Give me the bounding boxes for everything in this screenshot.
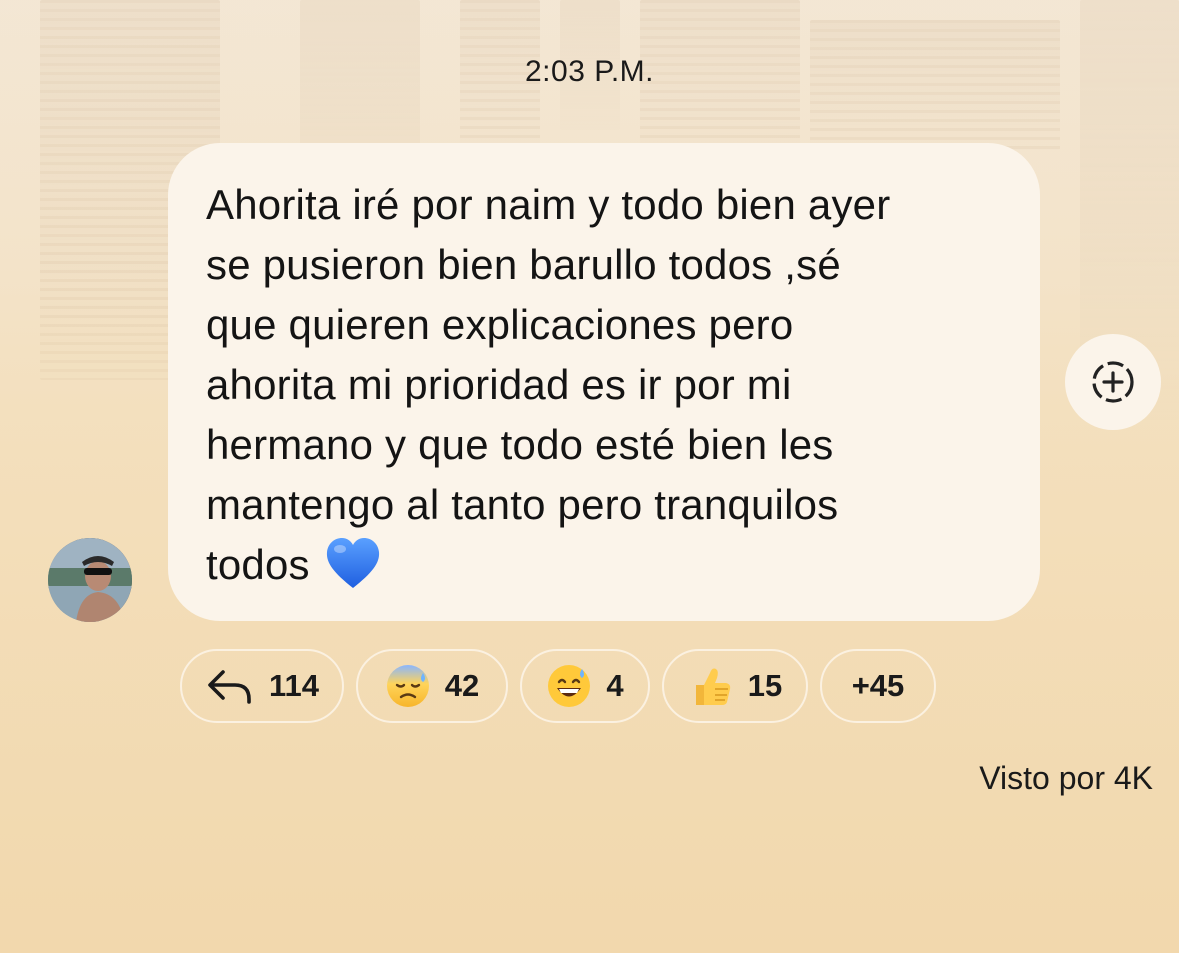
reply-arrow-icon xyxy=(205,666,255,706)
more-reactions-label: +45 xyxy=(851,668,905,703)
grinning-sweat-face-emoji xyxy=(546,663,592,709)
reaction-chip-grinning-sweat[interactable]: 4 xyxy=(520,649,650,723)
reaction-chip-sad-sweat[interactable]: 42 xyxy=(356,649,508,723)
message-text: Ahorita iré por naim y todo bien ayer se… xyxy=(206,181,891,588)
more-reactions-chip[interactable]: +45 xyxy=(820,649,936,723)
message-timestamp: 2:03 P.M. xyxy=(524,55,655,88)
add-reaction-button[interactable] xyxy=(1065,334,1161,430)
sender-avatar[interactable] xyxy=(48,538,132,622)
reaction-count: 4 xyxy=(606,668,624,703)
reaction-count: 15 xyxy=(747,668,783,703)
seen-by-label: Visto por 4K xyxy=(979,760,1153,796)
add-reaction-icon xyxy=(1092,361,1134,403)
reaction-count: 42 xyxy=(444,668,480,703)
message-bubble[interactable]: Ahorita iré por naim y todo bien ayer se… xyxy=(168,143,1040,621)
reply-count-chip[interactable]: 114 xyxy=(180,649,344,723)
reply-count: 114 xyxy=(268,668,319,703)
blue-heart-emoji xyxy=(324,535,382,593)
thumbs-up-emoji xyxy=(688,663,734,709)
sad-sweat-face-emoji xyxy=(385,663,431,709)
reaction-chip-thumbs-up[interactable]: 15 xyxy=(662,649,808,723)
